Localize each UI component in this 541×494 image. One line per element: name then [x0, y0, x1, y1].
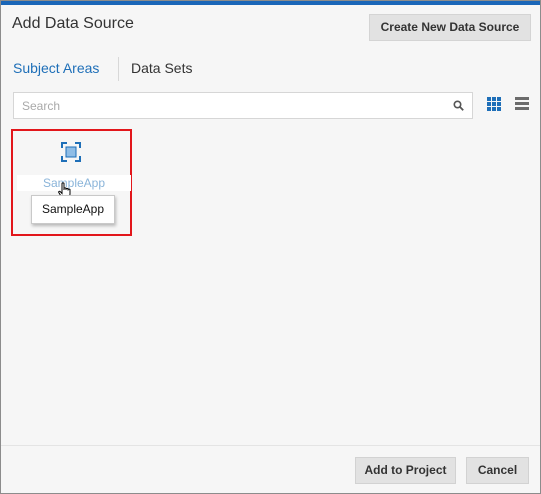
list-view-icon[interactable]	[515, 97, 529, 111]
footer-divider	[1, 445, 540, 446]
grid-view-icon[interactable]	[487, 97, 501, 111]
tab-divider	[118, 57, 119, 81]
tile-label-row: SampleApp	[17, 175, 131, 191]
tile-label[interactable]: SampleApp	[17, 176, 131, 190]
tab-subject-areas[interactable]: Subject Areas	[13, 60, 99, 76]
subject-area-tile[interactable]: SampleApp SampleApp	[11, 129, 132, 236]
dialog-title: Add Data Source	[12, 15, 134, 32]
search-icon[interactable]	[453, 100, 464, 111]
source-type-tabs: Subject Areas Data Sets	[1, 57, 540, 81]
search-box	[13, 92, 473, 119]
add-data-source-dialog: Add Data Source Create New Data Source S…	[0, 0, 541, 494]
search-input[interactable]	[14, 93, 452, 118]
subject-area-icon	[61, 142, 81, 162]
create-new-data-source-button[interactable]: Create New Data Source	[369, 14, 531, 41]
tile-tooltip: SampleApp	[31, 195, 115, 224]
dialog-accent-bar	[1, 1, 540, 5]
cancel-button[interactable]: Cancel	[466, 457, 529, 484]
add-to-project-button[interactable]: Add to Project	[355, 457, 456, 484]
tab-data-sets[interactable]: Data Sets	[131, 60, 192, 76]
